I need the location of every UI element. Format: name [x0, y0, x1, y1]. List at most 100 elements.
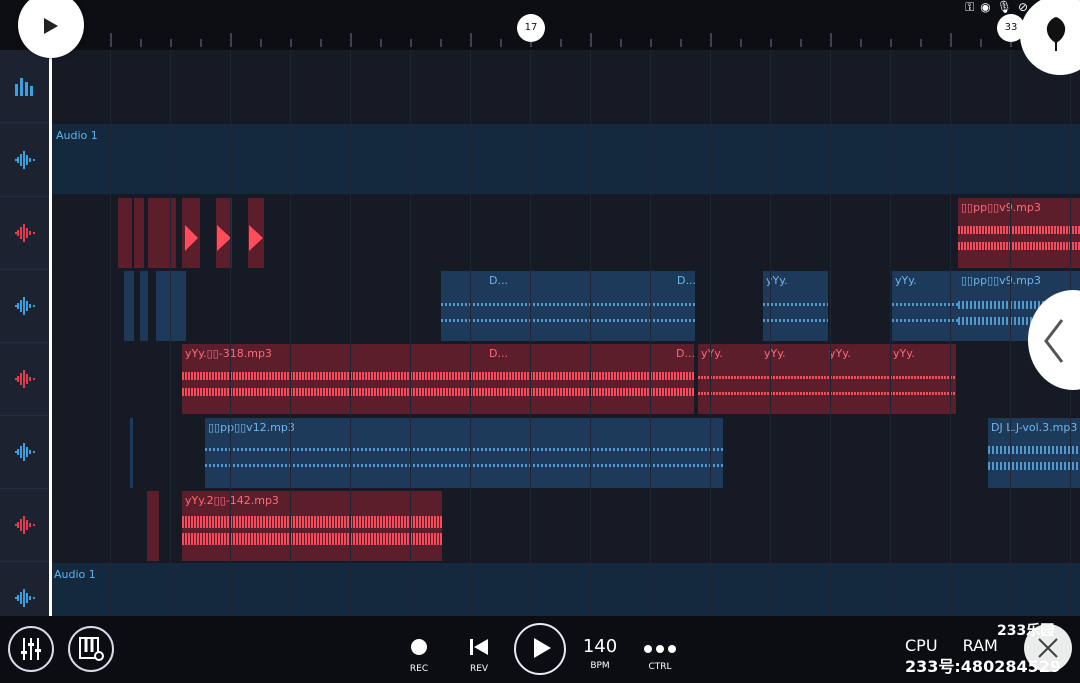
chevron-left-icon — [1044, 319, 1064, 363]
status-icons: ⚿ ◉ 🎙 ⊘ — [965, 0, 1028, 16]
waveform — [763, 319, 828, 322]
bpm-control[interactable]: 140 BPM — [578, 624, 622, 671]
ruler-tick — [800, 39, 802, 47]
marker-clip[interactable] — [248, 198, 264, 268]
ruler-tick — [470, 33, 472, 47]
clip-name: yYy. — [893, 347, 915, 360]
grid-line — [350, 50, 351, 616]
ruler-tick — [650, 39, 652, 47]
track-1-button[interactable] — [0, 124, 50, 197]
audio-clip[interactable]: D... D... — [441, 271, 695, 341]
marker-clip[interactable] — [182, 198, 200, 268]
mixer-sliders-icon — [21, 638, 41, 660]
audio-clip[interactable]: ▯▯pp▯▯v9.mp3 — [958, 198, 1080, 268]
ruler-tick — [320, 39, 322, 47]
waveform-icon — [15, 443, 35, 461]
grid-line — [1010, 50, 1011, 616]
waveform — [182, 372, 694, 380]
clip-name: ▯▯pp▯▯v9.mp3 — [961, 201, 1041, 214]
mixer-button[interactable] — [8, 626, 54, 672]
track-label: Audio 1 — [54, 568, 96, 581]
audio-clip[interactable]: yYy. — [892, 271, 958, 341]
rec-button[interactable]: REC — [404, 624, 434, 674]
record-icon — [411, 639, 427, 655]
clip-fragment[interactable] — [156, 271, 186, 341]
ruler-tick — [920, 39, 922, 47]
clip-fragment[interactable] — [118, 198, 132, 268]
grid-line — [770, 50, 771, 616]
clip-name: D... — [489, 347, 508, 360]
mixer-bars-icon — [15, 78, 33, 96]
clip-fragment[interactable] — [148, 198, 176, 268]
waveform — [182, 533, 442, 545]
clip-name: D... — [489, 274, 508, 287]
track-4-button[interactable] — [0, 343, 50, 416]
grid-line — [590, 50, 591, 616]
ruler-tick — [680, 39, 682, 47]
ruler-tick — [980, 39, 982, 47]
clip-name: yYy.▯▯-318.mp3 — [185, 347, 272, 360]
audio-clip[interactable]: yYy.▯▯-318.mp3 D... D... — [182, 344, 694, 414]
playhead[interactable] — [49, 0, 52, 616]
grid-line — [110, 50, 111, 616]
eye-icon: ◉ — [980, 0, 991, 14]
waveform — [441, 303, 695, 306]
play-icon — [534, 638, 551, 658]
clip-fragment[interactable] — [147, 491, 159, 561]
more-dots-icon — [644, 645, 676, 653]
audio-clip[interactable]: ▯▯pp▯▯v12.mp3 — [205, 418, 723, 488]
audio-track-7-region[interactable]: Audio 1 — [50, 563, 1080, 616]
clip-name: yYy.2▯▯-142.mp3 — [185, 494, 279, 507]
bpm-value: 140 — [582, 636, 618, 657]
waveform-icon — [15, 370, 35, 388]
rev-label: REV — [469, 664, 489, 674]
ruler-tick — [380, 39, 382, 47]
ruler-tick — [170, 39, 172, 47]
fruit-logo-icon — [1046, 17, 1066, 51]
rev-button[interactable]: REV — [464, 624, 494, 674]
track-2-button[interactable] — [0, 197, 50, 270]
grid-line — [950, 50, 951, 616]
arrangement-area[interactable]: Audio 1 ▯▯pp▯▯v9.mp3 D... D... yYy. yYy.… — [50, 50, 1080, 616]
ruler-tick — [440, 39, 442, 47]
grid-line — [170, 50, 171, 616]
bpm-label: BPM — [590, 661, 610, 671]
audio-clip[interactable]: DJ L.J-vol.3.mp3 — [988, 418, 1080, 488]
track-3-button[interactable] — [0, 270, 50, 343]
ruler-tick — [260, 39, 262, 47]
ruler-tick — [410, 39, 412, 47]
play-button[interactable] — [514, 623, 566, 675]
piano-settings-button[interactable] — [68, 626, 114, 672]
ruler-tick — [290, 39, 292, 47]
audio-track-1-region[interactable]: Audio 1 — [50, 124, 1080, 194]
track-5-button[interactable] — [0, 416, 50, 489]
clip-fragment[interactable] — [140, 271, 148, 341]
clip-name: yYy. — [829, 347, 851, 360]
audio-clip[interactable]: yYy. — [763, 271, 828, 341]
ctrl-button[interactable]: CTRL — [640, 624, 680, 672]
ruler-tick — [110, 33, 112, 47]
grid-line — [830, 50, 831, 616]
track-6-button[interactable] — [0, 489, 50, 562]
track-header-column — [0, 50, 51, 635]
waveform-icon — [15, 151, 35, 169]
waveform — [182, 516, 442, 528]
clip-name: D... — [677, 274, 695, 287]
clip-fragment[interactable] — [134, 198, 144, 268]
clip-fragment[interactable] — [124, 271, 134, 341]
ruler-tick — [740, 39, 742, 47]
track-master-button[interactable] — [0, 50, 50, 123]
arrow-marker-icon — [185, 225, 198, 251]
ruler-tick — [710, 33, 712, 47]
ctrl-label: CTRL — [648, 662, 672, 672]
grid-line — [470, 50, 471, 616]
watermark-logo: 233乐园 — [997, 623, 1055, 639]
ruler-tick — [200, 39, 202, 47]
ruler-tick — [950, 33, 952, 47]
clip-name: ▯▯pp▯▯v12.mp3 — [208, 421, 295, 434]
clip-fragment[interactable] — [130, 418, 133, 488]
grid-line — [710, 50, 711, 616]
audio-clip[interactable]: yYy.2▯▯-142.mp3 — [182, 491, 442, 561]
audio-clip[interactable]: yYy. yYy. yYy. yYy. — [698, 344, 956, 414]
bar-marker-17[interactable]: 17 — [517, 14, 545, 42]
